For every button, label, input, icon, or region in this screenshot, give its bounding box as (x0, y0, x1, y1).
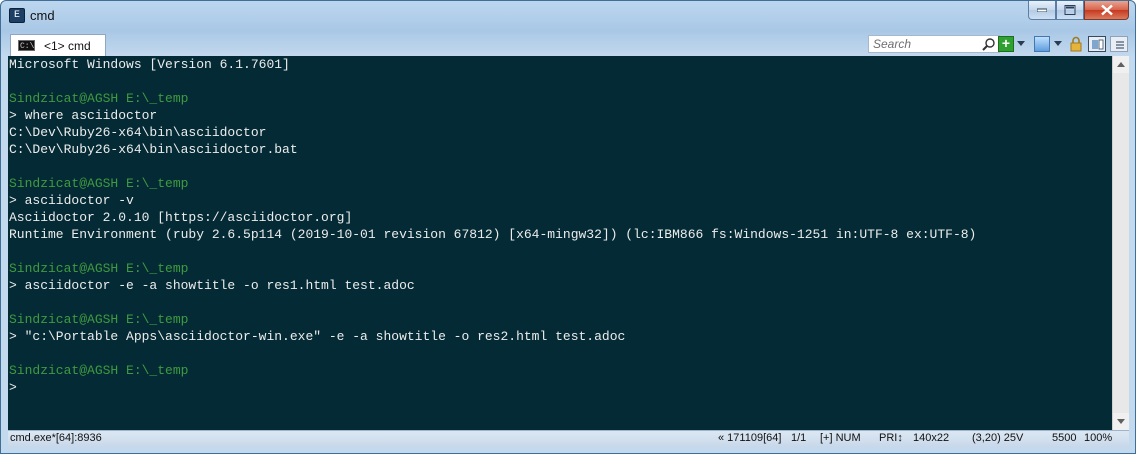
tab-label: <1> cmd (44, 39, 91, 53)
search-input[interactable]: Search (868, 35, 1000, 53)
console-line: Runtime Environment (ruby 2.6.5p114 (201… (9, 227, 977, 242)
status-cursor[interactable]: (3,20) 25V (972, 432, 1023, 444)
status-tab-index[interactable]: 1/1 (791, 432, 806, 444)
close-icon (1100, 4, 1113, 16)
minimize-icon (1037, 8, 1047, 12)
minimize-button[interactable] (1028, 1, 1056, 20)
panel-icon[interactable] (1088, 36, 1106, 52)
console-prompt-line: Sindzicat@AGSH E:\_temp (9, 91, 189, 106)
status-position[interactable]: « 171109[64] (718, 432, 781, 444)
console-line: Microsoft Windows [Version 6.1.7601] (9, 57, 290, 72)
console-prompt-line: Sindzicat@AGSH E:\_temp (9, 261, 189, 276)
scroll-down-button[interactable] (1113, 413, 1129, 430)
status-count[interactable]: 5500 (1052, 432, 1076, 444)
tab-cmd[interactable]: C:\ <1> cmd (10, 34, 106, 56)
status-bar: cmd.exe*[64]:8936 « 171109[64] 1/1 [+] N… (8, 430, 1129, 447)
console-prompt-line: Sindzicat@AGSH E:\_temp (9, 176, 189, 191)
status-priority[interactable]: PRI↕ (879, 432, 903, 444)
search-icon[interactable] (982, 38, 995, 51)
maximize-icon (1064, 5, 1076, 15)
status-keys[interactable]: [+] NUM (820, 432, 861, 444)
windows-icon[interactable] (1034, 36, 1050, 52)
console-icon: C:\ (18, 40, 35, 51)
status-zoom[interactable]: 100% (1084, 432, 1112, 444)
status-size[interactable]: 140x22 (913, 432, 949, 444)
scroll-up-button[interactable] (1113, 56, 1129, 73)
title-bar[interactable]: E cmd (1, 1, 1135, 31)
console-output: Microsoft Windows [Version 6.1.7601] Sind… (9, 56, 1111, 396)
maximize-button[interactable] (1056, 1, 1084, 20)
chevron-down-icon (1117, 419, 1125, 424)
tab-bar: C:\ <1> cmd Search + (8, 32, 1129, 56)
vertical-scrollbar[interactable] (1112, 56, 1129, 430)
console-area[interactable]: Microsoft Windows [Version 6.1.7601] Sind… (8, 56, 1129, 430)
console-line: > "c:\Portable Apps\asciidoctor-win.exe"… (9, 329, 626, 344)
console-line: Asciidoctor 2.0.10 [https://asciidoctor.… (9, 210, 353, 225)
console-line: > asciidoctor -e -a showtitle -o res1.ht… (9, 278, 415, 293)
window-controls (1028, 1, 1129, 21)
windows-dropdown-icon[interactable] (1054, 41, 1062, 46)
chevron-up-icon (1117, 62, 1125, 67)
conemu-app-icon[interactable]: E (9, 8, 25, 23)
console-line: > where asciidoctor (9, 108, 158, 123)
status-process[interactable]: cmd.exe*[64]:8936 (10, 432, 102, 444)
new-console-dropdown-icon[interactable] (1017, 41, 1025, 46)
lock-icon[interactable] (1069, 36, 1085, 52)
console-prompt-line: Sindzicat@AGSH E:\_temp (9, 363, 189, 378)
console-window: E cmd C:\ <1> cmd Search + Microsoft Win… (0, 0, 1136, 454)
console-line: C:\Dev\Ruby26-x64\bin\asciidoctor.bat (9, 142, 298, 157)
window-title: cmd (30, 8, 55, 23)
close-button[interactable] (1084, 1, 1129, 20)
console-line: C:\Dev\Ruby26-x64\bin\asciidoctor (9, 125, 267, 140)
more-icon[interactable] (1110, 36, 1128, 52)
console-prompt-line: Sindzicat@AGSH E:\_temp (9, 312, 189, 327)
console-line: > asciidoctor -v (9, 193, 134, 208)
new-console-icon[interactable]: + (998, 36, 1014, 52)
console-line: > (9, 380, 17, 395)
